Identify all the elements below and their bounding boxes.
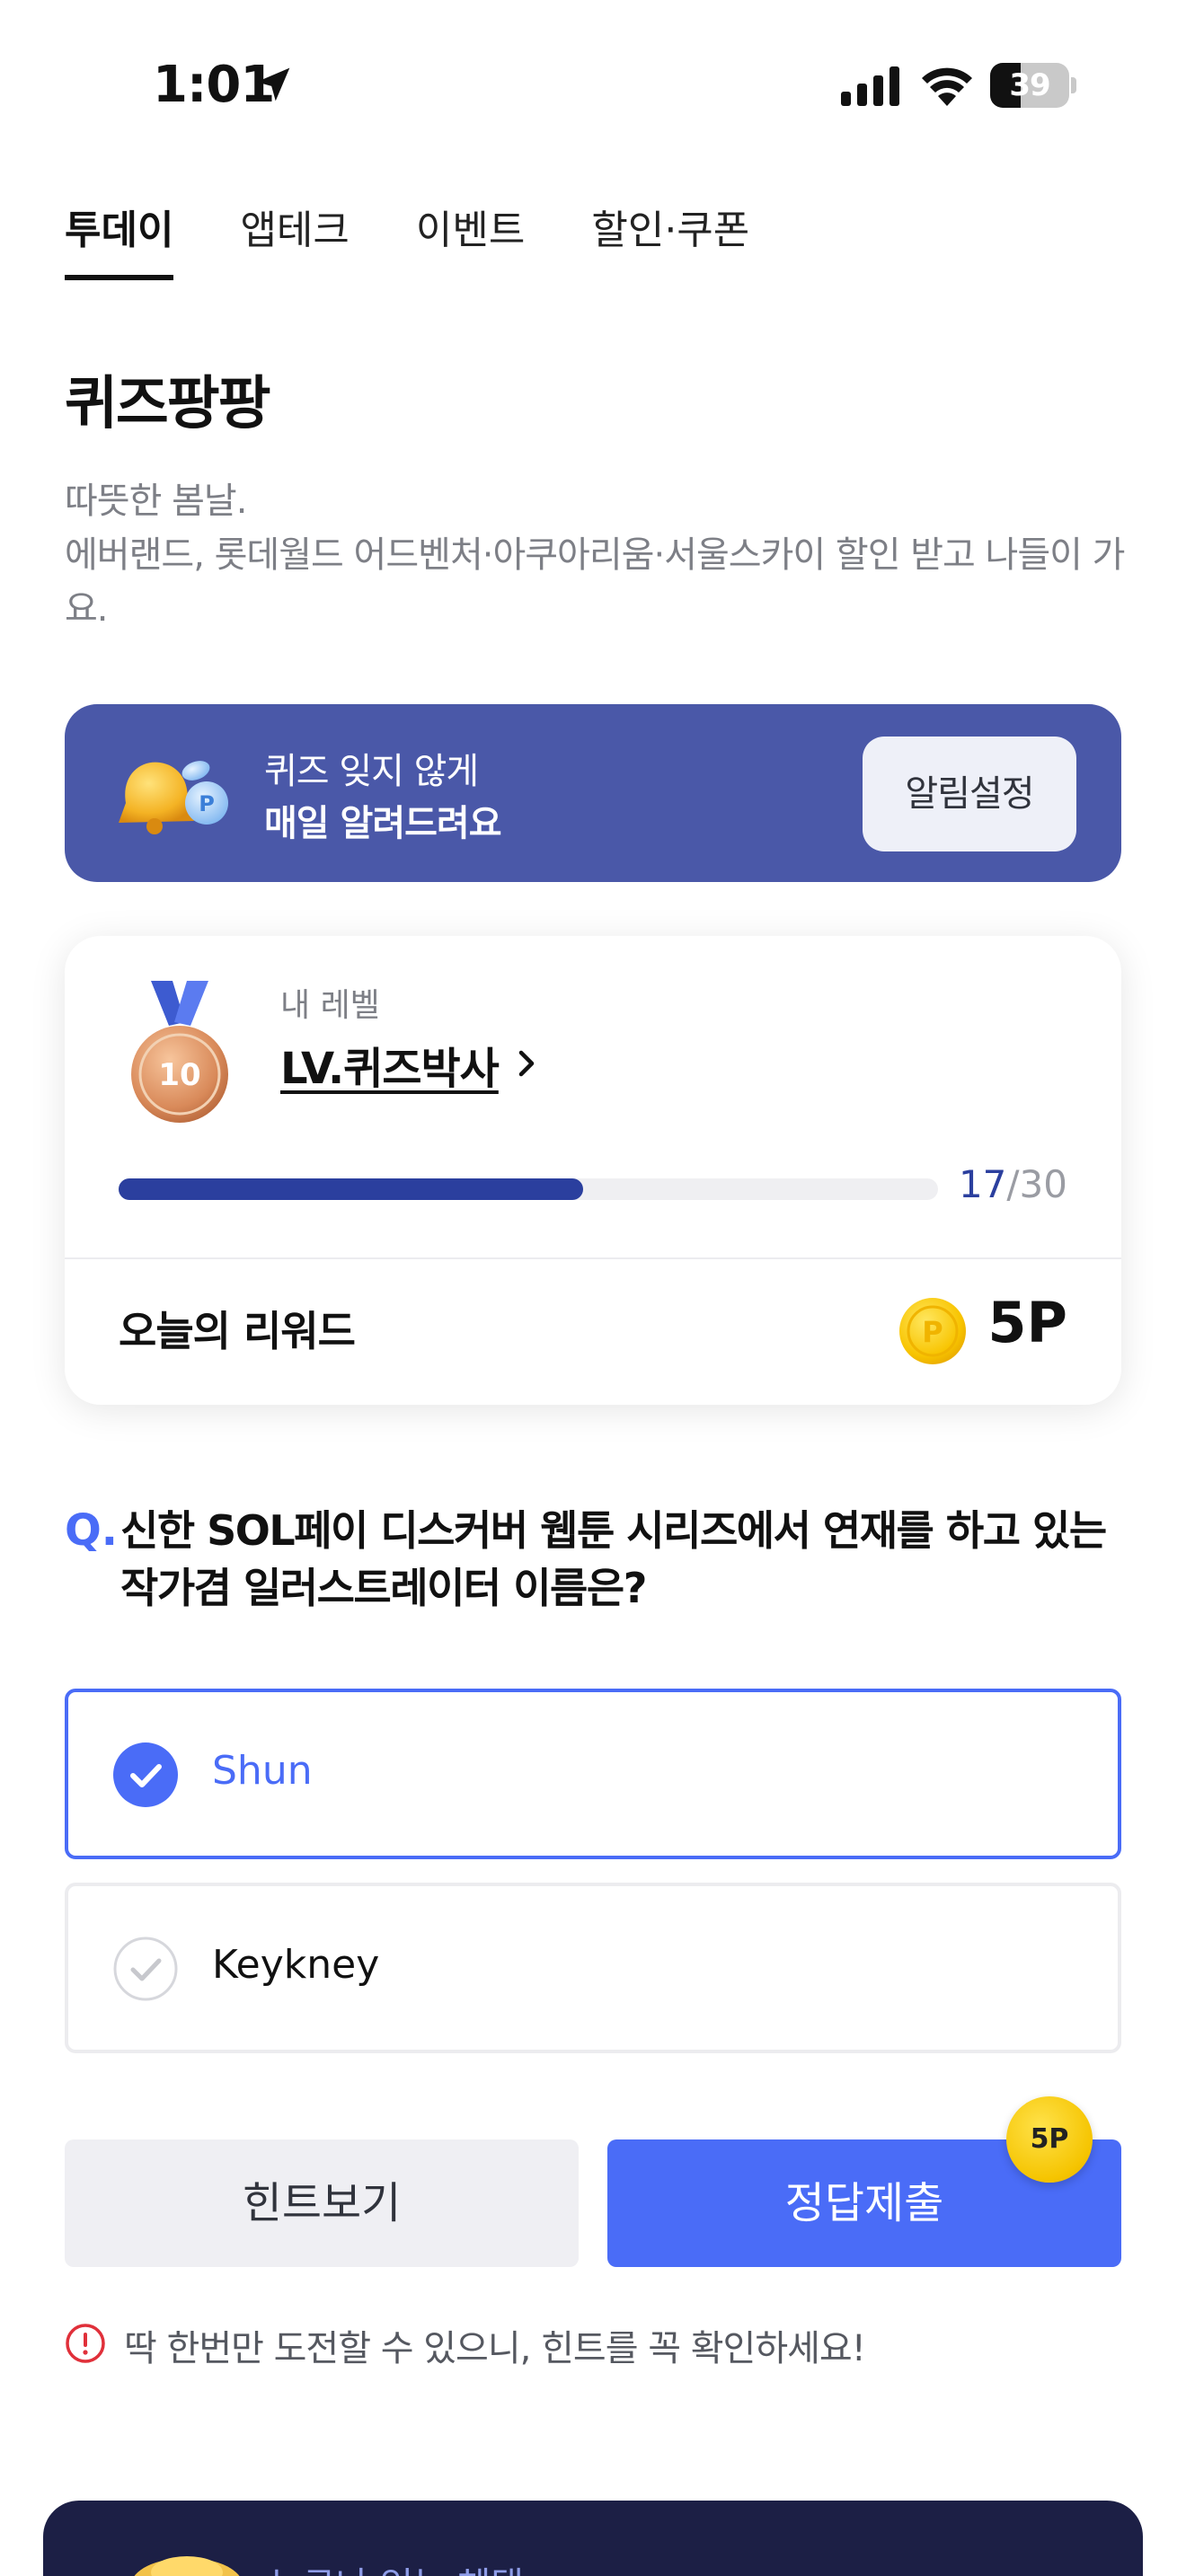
description-line-1: 따뜻한 봄날. [65, 481, 247, 522]
top-tab-bar: 투데이 앱테크 이벤트 할인·쿠폰 [65, 190, 816, 280]
status-bar: 1:01 39 [0, 0, 1186, 171]
banner-line-1: 퀴즈 잊지 않게 [264, 751, 479, 792]
medal-number: 10 [158, 1057, 200, 1093]
answer-option-label: Shun [212, 1748, 313, 1794]
level-progress-bar [119, 1178, 938, 1200]
today-reward-value: 5P [987, 1290, 1067, 1355]
description-line-2: 에버랜드, 롯데월드 어드벤처·아쿠아리움·서울스카이 할인 받고 나들이 가요… [65, 534, 1125, 630]
gift-illustration-icon [134, 2556, 240, 2576]
battery-percent: 39 [1009, 67, 1050, 103]
warning-text: 딱 한번만 도전할 수 있으니, 힌트를 꼭 확인하세요! [124, 2328, 866, 2369]
warning-icon [66, 2324, 105, 2363]
bell-icon: P [119, 761, 228, 834]
question-marker: Q. [65, 1505, 119, 1556]
divider [65, 1257, 1121, 1259]
progress-separator: / [1006, 1162, 1020, 1206]
progress-total: 30 [1019, 1162, 1067, 1206]
today-reward-label: 오늘의 리워드 [119, 1307, 356, 1355]
tab-apptech[interactable]: 앱테크 [240, 190, 349, 280]
answer-option-label: Keykney [212, 1942, 380, 1988]
page-title: 퀴즈팡팡 [65, 371, 271, 437]
tab-coupons[interactable]: 할인·쿠폰 [591, 190, 749, 280]
bronze-medal-icon: 10 [131, 981, 228, 1123]
unchecked-circle-icon [113, 1936, 178, 2001]
wifi-icon [922, 67, 972, 106]
chevron-right-icon[interactable] [514, 1044, 541, 1083]
svg-text:P: P [922, 1315, 943, 1349]
level-card: 10 내 레벨 LV.퀴즈박사 17/30 오늘의 리워드 P 5P [65, 936, 1121, 1405]
cellular-signal-icon [841, 66, 899, 106]
view-hint-button[interactable]: 힌트보기 [65, 2139, 579, 2267]
alarm-settings-button[interactable]: 알림설정 [863, 737, 1076, 851]
submit-reward-badge: 5P [1006, 2096, 1093, 2183]
benefits-card[interactable]: 누구나 얻는 혜택 [43, 2501, 1143, 2576]
coin-icon: P [899, 1298, 966, 1364]
page-description: 따뜻한 봄날. 에버랜드, 롯데월드 어드벤처·아쿠아리움·서울스카이 할인 받… [65, 474, 1125, 636]
level-label: 내 레벨 [280, 987, 380, 1024]
checked-circle-icon [113, 1742, 178, 1807]
tab-events[interactable]: 이벤트 [416, 190, 525, 280]
answer-option-2[interactable]: Keykney [65, 1883, 1121, 2053]
banner-line-2: 매일 알려드려요 [264, 803, 502, 844]
location-arrow-icon [256, 67, 290, 101]
question-text: 신한 SOL페이 디스커버 웹툰 시리즈에서 연재를 하고 있는 작가겸 일러스… [120, 1506, 1107, 1612]
notification-banner: P 퀴즈 잊지 않게 매일 알려드려요 알림설정 [65, 704, 1121, 882]
battery-icon: 39 [990, 63, 1076, 108]
level-progress-fill [119, 1178, 584, 1200]
tab-today[interactable]: 투데이 [65, 190, 174, 280]
level-progress-count: 17/30 [959, 1162, 1067, 1206]
svg-text:P: P [199, 791, 215, 816]
answer-option-1[interactable]: Shun [65, 1689, 1121, 1859]
benefits-card-title: 누구나 얻는 혜택 [270, 2556, 524, 2576]
progress-current: 17 [958, 1162, 1007, 1206]
level-name-link[interactable]: LV.퀴즈박사 [280, 1033, 500, 1096]
